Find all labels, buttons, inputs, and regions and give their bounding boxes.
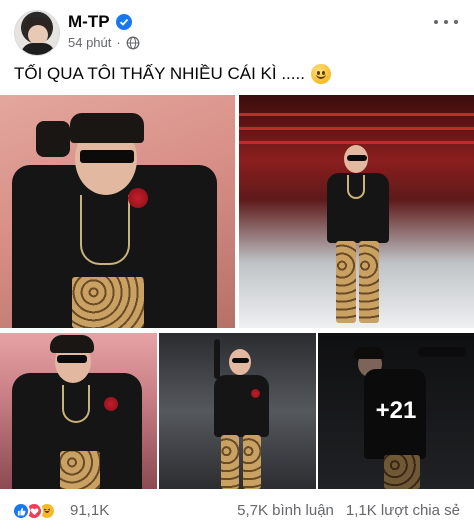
photo-4[interactable] [159, 333, 316, 489]
reaction-count[interactable]: 91,1K [70, 502, 109, 519]
more-options-icon[interactable] [434, 14, 458, 30]
post-caption: TỐI QUA TÔI THẤY NHIỀU CÁI KÌ ..... [14, 64, 331, 84]
globe-icon [126, 36, 140, 49]
author-row: M-TP [68, 12, 132, 32]
post-footer: 91,1K 5,7K bình luận 1,1K lượt chia sẻ [0, 490, 474, 529]
smiling-face-emoji [310, 64, 331, 84]
comments-count[interactable]: 5,7K bình luận [237, 502, 334, 519]
author-avatar[interactable] [14, 10, 60, 56]
shares-count[interactable]: 1,1K lượt chia sẻ [346, 502, 460, 519]
post-time[interactable]: 54 phút [68, 35, 111, 50]
photo-1[interactable] [0, 95, 235, 328]
engagement-stats: 5,7K bình luận 1,1K lượt chia sẻ [237, 502, 460, 519]
post-meta: 54 phút · [68, 35, 140, 50]
more-photos-overlay[interactable]: +21 [318, 333, 474, 489]
reaction-icons[interactable] [12, 502, 56, 520]
post-header: M-TP 54 phút · [0, 0, 474, 60]
meta-dot: · [116, 35, 121, 50]
photo-3[interactable] [0, 333, 157, 489]
photo-2[interactable] [239, 95, 474, 328]
photo-5[interactable]: +21 [318, 333, 474, 489]
verified-badge-icon [115, 14, 132, 30]
more-photos-count: +21 [375, 397, 417, 424]
author-name[interactable]: M-TP [68, 12, 110, 32]
caption-text: TỐI QUA TÔI THẤY NHIỀU CÁI KÌ ..... [14, 64, 305, 83]
like-icon [12, 502, 30, 520]
